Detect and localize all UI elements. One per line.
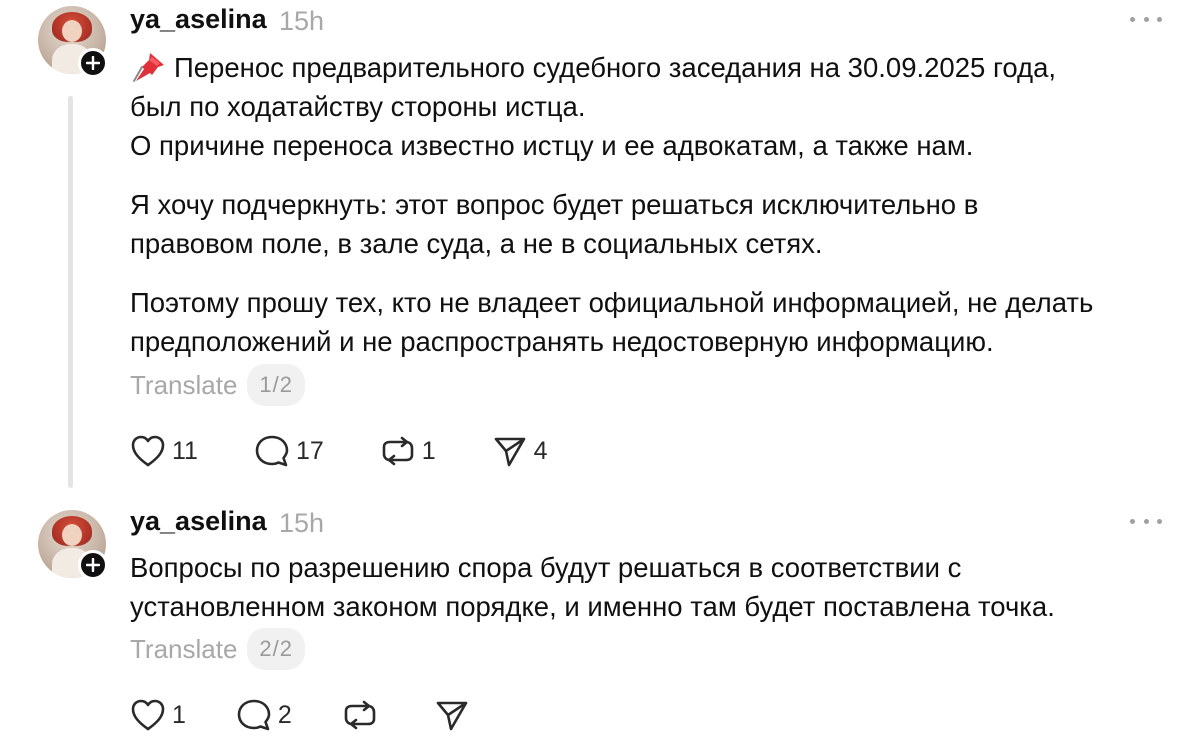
thread-connector-line xyxy=(68,96,73,488)
text-line: установленном законом порядке, и именно … xyxy=(130,591,1055,622)
like-count: 11 xyxy=(172,436,198,465)
page-indicator: 1/2 xyxy=(247,364,306,406)
send-icon xyxy=(494,437,525,467)
send-icon xyxy=(436,701,468,731)
reply-button[interactable]: 17 xyxy=(254,434,324,468)
paragraph: Я хочу подчеркнуть: этот вопрос будет ре… xyxy=(130,185,1170,263)
translate-link[interactable]: Translate xyxy=(130,634,237,665)
translate-row: Translate 2/2 xyxy=(130,628,306,670)
repost-button[interactable]: 1 xyxy=(380,434,436,468)
follow-plus-icon[interactable] xyxy=(78,48,108,78)
username[interactable]: ya_aselina xyxy=(130,4,267,35)
text-line: О причине переноса известно истцу и ее а… xyxy=(130,130,974,161)
text-line: был по ходатайству стороны истца. xyxy=(130,91,586,122)
paragraph: Вопросы по разрешению спора будут решать… xyxy=(130,548,1170,626)
post-text: Перенос предварительного судебного засед… xyxy=(130,48,1170,361)
repost-count: 1 xyxy=(421,436,436,465)
action-bar: 1 2 xyxy=(130,698,532,732)
reply-button[interactable]: 2 xyxy=(236,698,292,732)
username[interactable]: ya_aselina xyxy=(130,506,267,537)
text-line: Поэтому прошу тех, кто не владеет официа… xyxy=(130,287,1094,318)
paragraph: Поэтому прошу тех, кто не владеет официа… xyxy=(130,283,1170,361)
like-count: 1 xyxy=(172,700,186,729)
reply-count: 2 xyxy=(277,700,292,729)
repost-icon xyxy=(344,700,376,730)
action-bar: 11 17 1 4 xyxy=(130,434,604,468)
text-line: Я хочу подчеркнуть: этот вопрос будет ре… xyxy=(130,189,979,220)
post-text: Вопросы по разрешению спора будут решать… xyxy=(130,548,1170,626)
pushpin-icon xyxy=(133,53,164,82)
post-time: 15h xyxy=(279,6,325,36)
text-line: Вопросы по разрешению спора будут решать… xyxy=(130,552,962,583)
repost-button[interactable] xyxy=(342,698,384,732)
heart-icon xyxy=(131,435,165,467)
more-options-icon[interactable] xyxy=(1130,516,1162,526)
translate-row: Translate 1/2 xyxy=(130,364,306,406)
page-indicator: 2/2 xyxy=(247,628,306,670)
comment-bubble-icon xyxy=(237,699,271,731)
share-count: 4 xyxy=(533,436,548,465)
share-button[interactable] xyxy=(434,698,476,732)
post-time: 15h xyxy=(279,508,325,538)
repost-icon xyxy=(382,436,414,466)
like-button[interactable]: 11 xyxy=(130,434,198,468)
share-button[interactable]: 4 xyxy=(492,434,548,468)
text-line: предположений и не распространять недост… xyxy=(130,326,994,357)
translate-link[interactable]: Translate xyxy=(130,370,237,401)
paragraph: Перенос предварительного судебного засед… xyxy=(130,48,1170,165)
text-line: правовом поле, в зале суда, а не в социа… xyxy=(130,228,823,259)
more-options-icon[interactable] xyxy=(1130,14,1162,24)
heart-icon xyxy=(131,699,165,731)
text-line: Перенос предварительного судебного засед… xyxy=(174,52,1057,83)
reply-count: 17 xyxy=(295,436,324,465)
comment-bubble-icon xyxy=(255,435,289,467)
follow-plus-icon[interactable] xyxy=(78,550,108,580)
like-button[interactable]: 1 xyxy=(130,698,186,732)
